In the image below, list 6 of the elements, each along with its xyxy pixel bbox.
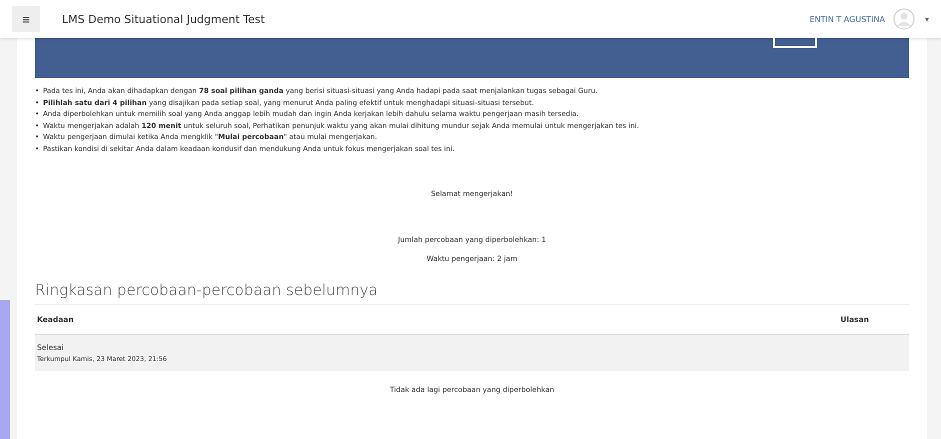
section-heading: Ringkasan percobaan-percobaan sebelumnya xyxy=(35,281,909,305)
caret-icon[interactable]: ▾ xyxy=(924,14,929,24)
site-title[interactable]: LMS Demo Situational Judgment Test xyxy=(62,12,265,26)
avatar-icon[interactable] xyxy=(892,8,915,30)
menu-button[interactable]: ≡ xyxy=(12,6,40,32)
user-name[interactable]: ENTIN T AGUSTINA xyxy=(810,14,885,24)
